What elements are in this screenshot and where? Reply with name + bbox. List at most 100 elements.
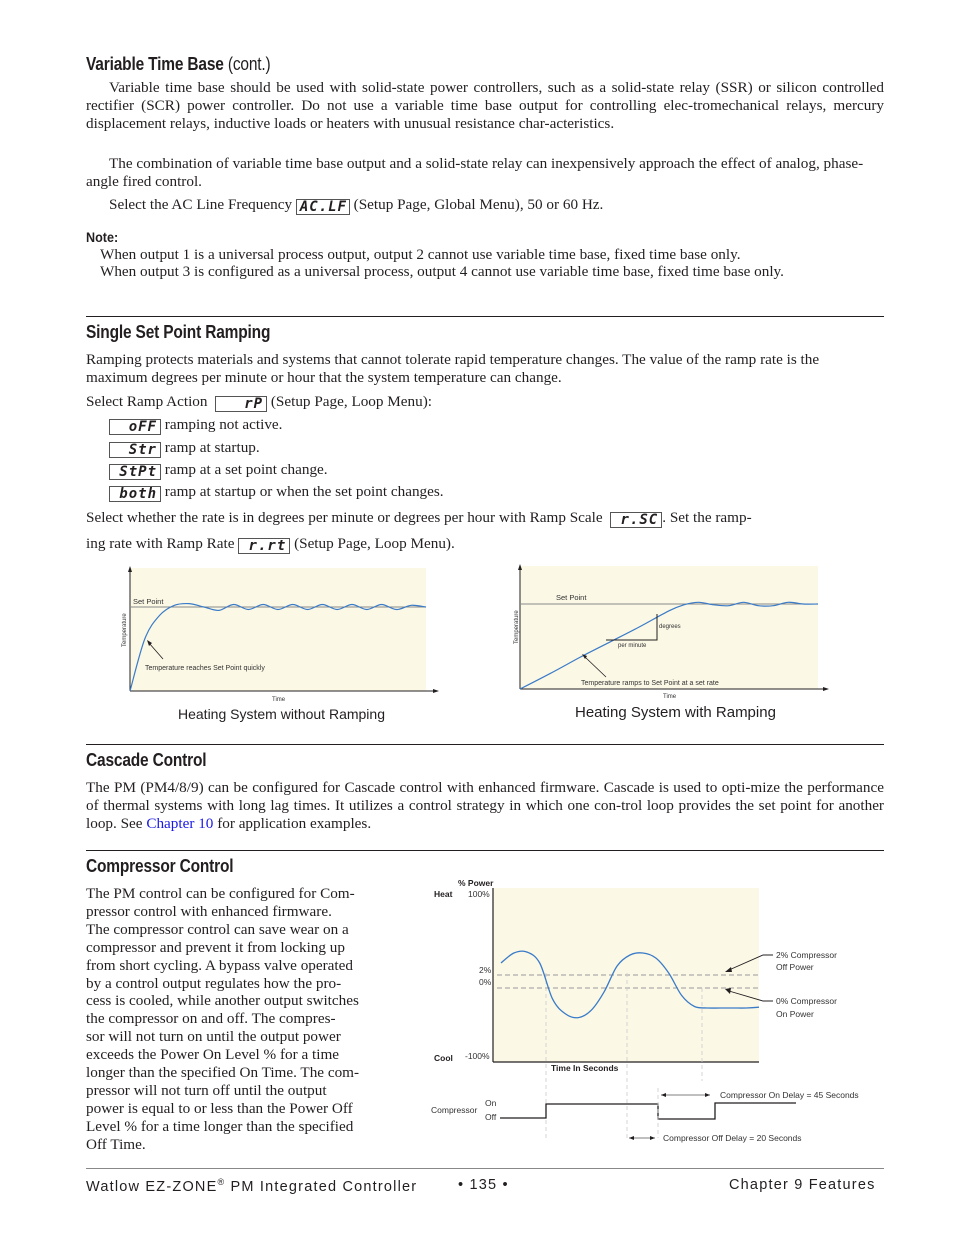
- option-text: ramp at a set point change.: [164, 461, 328, 478]
- chart-compressor-power: % Power Heat Cool 100% 2% 0% -100% Time …: [431, 878, 859, 1143]
- ytick-neg100: -100%: [465, 1051, 490, 1061]
- paragraph-compressor: The PM control can be configured for Com…: [86, 885, 416, 1154]
- text: (Setup Page, Global Menu), 50 or 60 Hz.: [353, 196, 604, 213]
- chapter-10-link[interactable]: Chapter 10: [146, 815, 213, 832]
- compressor-state-line: [500, 1102, 796, 1120]
- lcd-code-aclf: AC.LF: [295, 199, 350, 215]
- arrowhead-icon: [661, 1093, 666, 1097]
- x-axis-label: Time: [272, 697, 286, 703]
- text-line: exceeds the Power On Level % for a time: [86, 1046, 340, 1064]
- on-power-label-1: 0% Compressor: [776, 996, 837, 1006]
- text: Select whether the rate is in degrees pe…: [86, 509, 603, 526]
- y-axis-label: Temperature: [514, 610, 520, 644]
- select-ramp-action: Select Ramp Action rP (Setup Page, Loop …: [86, 393, 786, 412]
- arrowhead-icon: [629, 1136, 634, 1140]
- ytick-2: 2%: [479, 965, 492, 975]
- paragraph-ramp-scale: Select whether the rate is in degrees pe…: [86, 509, 896, 528]
- option-text: ramping not active.: [164, 416, 283, 433]
- text: (Setup Page, Loop Menu):: [270, 393, 433, 410]
- annotation-text: Temperature ramps to Set Point at a set …: [581, 680, 719, 687]
- page-number: • 135 •: [458, 1177, 509, 1193]
- x-axis-arrow-icon: [823, 687, 829, 691]
- text: (Setup Page, Loop Menu).: [294, 535, 455, 552]
- text: Select the AC Line Frequency: [109, 196, 293, 213]
- section-heading-ramping: Single Set Point Ramping: [86, 322, 271, 342]
- text-line: the compressor on and off. The compres-: [86, 1010, 336, 1028]
- text-line: power is equal to or less than the Power…: [86, 1099, 353, 1117]
- y-axis-title: % Power: [458, 878, 494, 888]
- paragraph-ramping-intro: Ramping protects materials and systems t…: [86, 351, 820, 386]
- state-on-label: On: [485, 1098, 497, 1108]
- on-power-label-2: On Power: [776, 1009, 814, 1019]
- note-line-2: When output 3 is configured as a univers…: [100, 263, 784, 280]
- arrowhead-icon: [705, 1093, 710, 1097]
- per-minute-label: per minute: [618, 643, 647, 649]
- option-text: ramp at startup.: [164, 439, 260, 456]
- option-text: ramp at startup or when the set point ch…: [164, 483, 444, 500]
- chart-heating-without-ramping: Set Point Temperature reaches Set Point …: [122, 566, 439, 703]
- text: . Set the ramp-: [662, 509, 752, 526]
- x-axis-arrow-icon: [433, 689, 439, 693]
- text-line: compressor and prevent it from locking u…: [86, 938, 345, 956]
- text-line: The compressor control can save wear on …: [86, 920, 349, 938]
- annotation-text: Temperature reaches Set Point quickly: [145, 665, 265, 672]
- lcd-code-rp: rP: [215, 396, 268, 412]
- text-line: pressor will not turn off until the outp…: [86, 1081, 327, 1099]
- heading-suffix: (cont.): [227, 54, 271, 74]
- lcd-code-both: both: [109, 486, 161, 502]
- x-axis-label: Time In Seconds: [551, 1063, 619, 1073]
- degrees-label: degrees: [659, 624, 681, 630]
- text-line: cess is cooled, while another output swi…: [86, 992, 359, 1010]
- paragraph-vtb-1: Variable time base should be used with s…: [86, 79, 884, 132]
- ramp-option: StPt ramp at a set point change.: [109, 461, 328, 480]
- state-off-label: Off: [485, 1112, 497, 1122]
- divider: [86, 316, 884, 317]
- text-line: sor will not turn on until the output po…: [86, 1028, 341, 1046]
- heading-text: Variable Time Base: [86, 54, 228, 74]
- cool-label: Cool: [434, 1053, 453, 1063]
- setpoint-label: Set Point: [133, 597, 164, 606]
- ytick-0: 0%: [479, 977, 492, 987]
- chart-caption-with-ramping: Heating System with Ramping: [575, 704, 776, 721]
- chart-heating-with-ramping: Set Point degrees per minute Temperature…: [514, 564, 829, 700]
- section-heading-variable-time-base: Variable Time Base (cont.): [86, 54, 271, 75]
- footer-left: Watlow EZ-ZONE® PM Integrated Controller: [86, 1177, 417, 1195]
- lcd-code-rrt: r.rt: [238, 538, 291, 554]
- footer-brand: Watlow EZ-ZONE: [86, 1178, 218, 1195]
- setpoint-label: Set Point: [556, 593, 587, 602]
- footer-divider: [86, 1168, 884, 1169]
- ytick-100: 100%: [468, 889, 490, 899]
- text-line: Level % for a time longer than the speci…: [86, 1117, 354, 1135]
- text: for application examples.: [213, 815, 372, 832]
- compressor-label: Compressor: [431, 1105, 477, 1115]
- off-delay-label: Compressor Off Delay = 20 Seconds: [663, 1133, 802, 1143]
- section-heading-cascade: Cascade Control: [86, 750, 207, 770]
- off-power-label-2: Off Power: [776, 962, 814, 972]
- on-delay-label: Compressor On Delay = 45 Seconds: [720, 1090, 859, 1100]
- x-axis-label: Time: [663, 694, 677, 700]
- text-line: from short cycling. A bypass valve opera…: [86, 956, 353, 974]
- section-heading-compressor: Compressor Control: [86, 856, 234, 876]
- chart-background: [130, 568, 426, 691]
- footer-product: PM Integrated Controller: [225, 1178, 418, 1195]
- paragraph-vtb-3: Select the AC Line Frequency AC.LF (Setu…: [109, 196, 809, 215]
- lcd-code-rsc: r.SC: [610, 512, 663, 528]
- text: Select Ramp Action: [86, 393, 208, 410]
- ramp-option: Str ramp at startup.: [109, 439, 260, 458]
- heat-label: Heat: [434, 889, 453, 899]
- note-label: Note:: [86, 229, 119, 245]
- text-line: longer than the specified On Time. The c…: [86, 1064, 360, 1082]
- footer-chapter: Chapter 9 Features: [729, 1177, 876, 1193]
- text-line: The PM control can be configured for Com…: [86, 885, 355, 902]
- lcd-code-off: oFF: [109, 419, 161, 435]
- ramp-option: both ramp at startup or when the set poi…: [109, 483, 444, 502]
- paragraph-cascade: The PM (PM4/8/9) can be configured for C…: [86, 779, 884, 833]
- ramp-option: oFF ramping not active.: [109, 416, 282, 435]
- divider: [86, 744, 884, 745]
- arrowhead-icon: [650, 1136, 655, 1140]
- text-line: by a control output regulates how the pr…: [86, 974, 342, 992]
- divider: [86, 850, 884, 851]
- note-line-1: When output 1 is a universal process out…: [100, 246, 741, 263]
- paragraph-ramp-rate: ing rate with Ramp Rate r.rt (Setup Page…: [86, 535, 786, 554]
- text: ing rate with Ramp Rate: [86, 535, 235, 552]
